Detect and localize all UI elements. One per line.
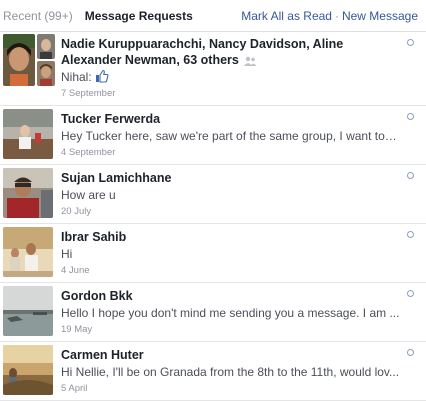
thread-snippet: How are u [61, 188, 116, 202]
mark-read-dot[interactable] [407, 349, 414, 356]
group-icon [243, 56, 257, 66]
thread-name: Carmen Huter [61, 348, 144, 362]
avatar-stack [37, 34, 55, 86]
thread-time: 20 July [61, 206, 92, 217]
thread-name-line: Nadie Kuruppuarachchi, Nancy Davidson, A… [61, 36, 400, 68]
thread-name: Sujan Lamichhane [61, 171, 172, 185]
thread-time: 19 May [61, 324, 93, 335]
thread-list: Nadie Kuruppuarachchi, Nancy Davidson, A… [0, 32, 426, 401]
mark-read-dot[interactable] [407, 231, 414, 238]
thread-snippet: Hello I hope you don't mind me sending y… [61, 306, 400, 320]
mark-read-dot[interactable] [407, 113, 414, 120]
thread-snippet: Nihal: [61, 70, 92, 84]
avatar-photo [3, 286, 53, 336]
avatar-photo [3, 345, 53, 395]
header-separator: · [334, 8, 339, 23]
mark-read-dot[interactable] [407, 290, 414, 297]
like-icon [95, 69, 109, 83]
thread-row[interactable]: Sujan Lamichhane How are u 20 July [0, 165, 426, 224]
thread-name: Tucker Ferwerda [61, 112, 161, 126]
thread-row[interactable]: Carmen Huter Hi Nellie, I'll be on Grana… [0, 342, 426, 401]
mark-all-read-link[interactable]: Mark All as Read [241, 9, 332, 23]
thread-content: Carmen Huter Hi Nellie, I'll be on Grana… [61, 345, 400, 395]
thread-time: 4 September [61, 147, 116, 158]
group-avatar [3, 34, 55, 86]
thread-content: Sujan Lamichhane How are u 20 July [61, 168, 400, 218]
panel-header: Recent (99+) Message Requests Mark All a… [0, 0, 426, 32]
thread-snippet: Hi [61, 247, 73, 261]
thread-row[interactable]: Nadie Kuruppuarachchi, Nancy Davidson, A… [0, 32, 426, 106]
thread-content: Nadie Kuruppuarachchi, Nancy Davidson, A… [61, 34, 400, 100]
tab-recent[interactable]: Recent (99+) [3, 9, 73, 23]
mark-read-dot[interactable] [407, 172, 414, 179]
tab-message-requests[interactable]: Message Requests [85, 9, 193, 23]
thread-row[interactable]: Tucker Ferwerda Hey Tucker here, saw we'… [0, 106, 426, 165]
thread-name: Gordon Bkk [61, 289, 133, 303]
mark-read-dot[interactable] [407, 39, 414, 46]
thread-content: Gordon Bkk Hello I hope you don't mind m… [61, 286, 400, 336]
thread-name: Nadie Kuruppuarachchi, Nancy Davidson, A… [61, 37, 344, 67]
header-actions: Mark All as Read · New Message [241, 9, 418, 23]
thread-snippet-line: Nihal: [61, 68, 400, 86]
avatar-photo [37, 34, 55, 59]
avatar-photo [3, 168, 53, 218]
thread-snippet: Hi Nellie, I'll be on Granada from the 8… [61, 365, 400, 379]
thread-time: 7 September [61, 88, 116, 99]
avatar-photo [37, 61, 55, 86]
thread-snippet: Hey Tucker here, saw we're part of the s… [61, 129, 400, 143]
thread-content: Ibrar Sahib Hi 4 June [61, 227, 400, 277]
new-message-link[interactable]: New Message [342, 9, 418, 23]
thread-row[interactable]: Ibrar Sahib Hi 4 June [0, 224, 426, 283]
thread-content: Tucker Ferwerda Hey Tucker here, saw we'… [61, 109, 400, 159]
avatar-photo [3, 34, 35, 86]
thread-name: Ibrar Sahib [61, 230, 127, 244]
avatar-photo [3, 227, 53, 277]
thread-row[interactable]: Gordon Bkk Hello I hope you don't mind m… [0, 283, 426, 342]
thread-time: 4 June [61, 265, 90, 276]
message-requests-panel: Recent (99+) Message Requests Mark All a… [0, 0, 426, 401]
thread-time: 5 April [61, 383, 88, 394]
avatar-photo [3, 109, 53, 159]
